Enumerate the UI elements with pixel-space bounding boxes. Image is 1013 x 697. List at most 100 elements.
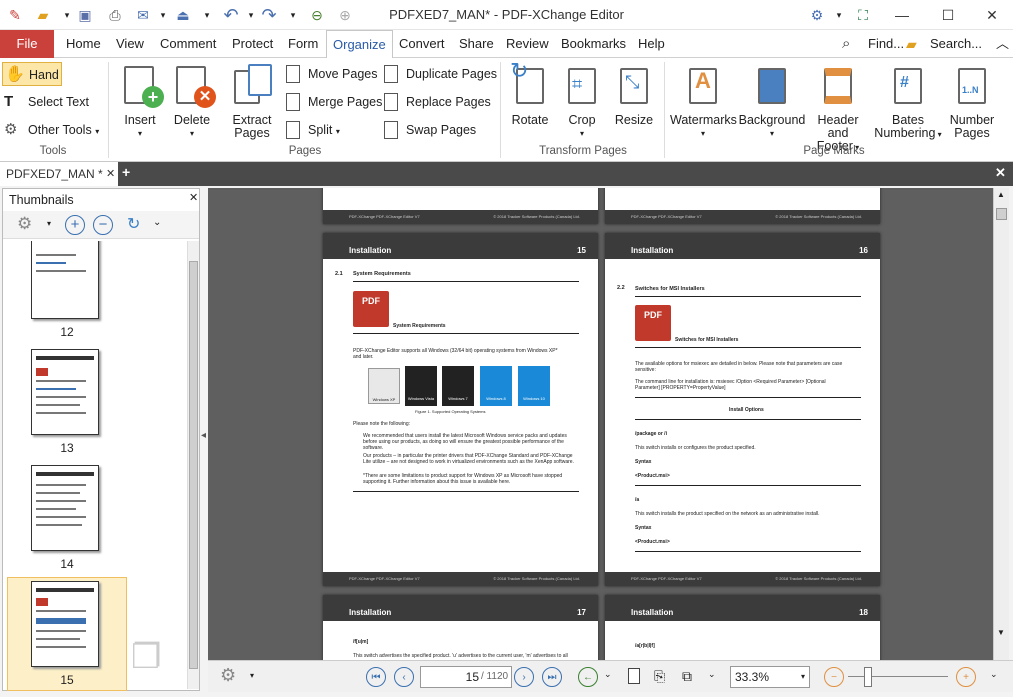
- continuous-icon[interactable]: ⎘: [654, 668, 665, 685]
- chevron-down-icon[interactable]: ▾: [47, 219, 51, 228]
- extract-pages-button[interactable]: Extract Pages: [226, 64, 278, 140]
- collapse-ribbon-icon[interactable]: ︿: [990, 30, 1013, 58]
- rotate-thumbs-icon[interactable]: ↻: [127, 214, 140, 234]
- tab-home[interactable]: Home: [60, 30, 107, 58]
- more-icon[interactable]: ⌄: [708, 669, 716, 680]
- fullscreen-icon[interactable]: ⛶: [852, 4, 874, 26]
- tab-form[interactable]: Form: [282, 30, 324, 58]
- previous-page-button[interactable]: ‹: [394, 667, 414, 687]
- zoom-out-thumbs-icon[interactable]: −: [93, 215, 113, 235]
- facing-icon[interactable]: ⧉: [682, 668, 692, 685]
- next-page-button[interactable]: ›: [514, 667, 534, 687]
- logo-vista: Windows Vista: [405, 366, 437, 406]
- chevron-down-icon: ▾: [189, 129, 194, 138]
- thumbnail-page-14[interactable]: [31, 465, 99, 551]
- tab-organize[interactable]: Organize: [326, 30, 393, 59]
- more-icon[interactable]: ⌄: [604, 669, 612, 680]
- scrollbar-thumb[interactable]: [996, 208, 1007, 220]
- footer-right: © 2018 Tracker Software Products (Canada…: [775, 214, 862, 219]
- thumbnail-list: 12 13 14 ❐ 15: [3, 241, 187, 691]
- thumbnail-label: 12: [60, 325, 74, 339]
- other-tools-button[interactable]: ⚙ Other Tools ▾: [2, 118, 99, 142]
- first-page-button[interactable]: ⏮: [366, 667, 386, 687]
- thumbnail-options-icon[interactable]: ⚙: [17, 214, 32, 234]
- select-text-icon: T: [4, 93, 14, 110]
- document-tab[interactable]: PDFXED7_MAN * ✕: [0, 162, 118, 186]
- title-bar: ✎ ▰ ▾ ▣ ⎙ ✉ ▾ ⏏ ▾ ↶ ▾ ↷ ▾ ⊖ ⊕ PDFXED7_MA…: [0, 0, 1013, 30]
- scroll-down-icon[interactable]: ▼: [997, 628, 1005, 637]
- delete-pages-button[interactable]: ✕ Delete ▾: [168, 64, 216, 140]
- customize-dropdown-icon[interactable]: ▾: [828, 4, 850, 26]
- new-tab-icon[interactable]: +: [122, 164, 130, 180]
- document-viewer[interactable]: PDF-XChange PDF-XChange Editor V7 © 2018 …: [208, 188, 1004, 660]
- zoom-out-button[interactable]: −: [824, 667, 844, 687]
- tab-convert[interactable]: Convert: [393, 30, 451, 58]
- close-tab-icon[interactable]: ✕: [106, 162, 115, 186]
- thumbnail-page-13[interactable]: [31, 349, 99, 435]
- tab-protect[interactable]: Protect: [226, 30, 279, 58]
- intro-text: The available options for msiexec are de…: [635, 361, 843, 373]
- chevron-down-icon: ▾: [700, 129, 705, 138]
- duplicate-pages-button[interactable]: Duplicate Pages: [380, 62, 497, 86]
- search-button[interactable]: ▰ Search...: [904, 30, 988, 58]
- find-button[interactable]: ⌕ Find...: [842, 30, 910, 58]
- previous-view-button[interactable]: ←: [578, 667, 598, 687]
- close-panel-icon[interactable]: ✕: [189, 191, 198, 204]
- scroll-up-icon[interactable]: ▲: [997, 190, 1005, 199]
- rotate-button[interactable]: ↻ Rotate: [506, 60, 554, 127]
- panel-collapse-handle[interactable]: ◂: [201, 430, 206, 441]
- background-button[interactable]: Background ▾: [738, 64, 806, 140]
- chevron-down-icon: ▾: [935, 130, 942, 139]
- more-icon[interactable]: ⌄: [990, 669, 998, 680]
- chevron-down-icon: ▾: [95, 127, 100, 136]
- last-page-button[interactable]: ⏭: [542, 667, 562, 687]
- hand-tool-button[interactable]: ✋ Hand: [2, 62, 62, 86]
- merge-pages-button[interactable]: Merge Pages: [282, 90, 382, 114]
- zoom-slider-thumb[interactable]: [864, 667, 872, 687]
- footer-left: PDF-XChange PDF-XChange Editor V7: [631, 576, 702, 581]
- close-button[interactable]: ✕: [970, 0, 1013, 30]
- scrollbar-thumb[interactable]: [189, 261, 198, 669]
- chevron-down-icon[interactable]: ▾: [250, 671, 254, 680]
- zoom-slider[interactable]: [848, 676, 948, 677]
- select-text-button[interactable]: T Select Text: [2, 90, 89, 114]
- split-button[interactable]: Split ▾: [282, 118, 340, 142]
- maximize-button[interactable]: ☐: [926, 0, 970, 30]
- other-tools-label: Other Tools: [28, 123, 92, 137]
- replace-pages-button[interactable]: Replace Pages: [380, 90, 491, 114]
- tab-bookmarks[interactable]: Bookmarks: [555, 30, 632, 58]
- zoom-in-button[interactable]: +: [956, 667, 976, 687]
- close-all-icon[interactable]: ✕: [995, 165, 1006, 181]
- single-page-icon[interactable]: [628, 668, 640, 684]
- tab-view[interactable]: View: [110, 30, 150, 58]
- page-number-field[interactable]: 15 / 1120: [420, 666, 512, 688]
- crop-button[interactable]: ⌗ Crop ▾: [558, 64, 606, 140]
- thumbnail-page-12[interactable]: [31, 241, 99, 319]
- syntax-label: Syntax: [635, 459, 652, 465]
- rule: [635, 397, 861, 398]
- thumbnails-scrollbar[interactable]: [187, 241, 199, 689]
- thumbnail-page-15[interactable]: [31, 581, 99, 667]
- more-icon[interactable]: ⌄: [153, 217, 161, 228]
- tab-share[interactable]: Share: [453, 30, 500, 58]
- syntax-label: Syntax: [635, 525, 652, 531]
- customize-icon[interactable]: ⚙: [806, 4, 828, 26]
- zoom-select[interactable]: 33.3% ▾: [730, 666, 810, 688]
- resize-button[interactable]: ⤡ Resize: [610, 64, 658, 127]
- header-footer-button[interactable]: Header and Footer ▾: [806, 64, 870, 154]
- tab-file[interactable]: File: [0, 30, 54, 58]
- number-pages-button[interactable]: 1..N Number Pages: [946, 64, 998, 140]
- minimize-button[interactable]: —: [880, 0, 924, 30]
- tab-review[interactable]: Review: [500, 30, 555, 58]
- insert-pages-button[interactable]: + Insert ▾: [116, 64, 164, 140]
- watermarks-label: Watermarks: [670, 113, 737, 127]
- view-options-icon[interactable]: ⚙: [220, 665, 236, 686]
- swap-pages-button[interactable]: Swap Pages: [380, 118, 476, 142]
- watermarks-button[interactable]: A Watermarks ▾: [670, 64, 737, 140]
- tab-help[interactable]: Help: [632, 30, 671, 58]
- bates-numbering-button[interactable]: # Bates Numbering ▾: [872, 64, 944, 141]
- zoom-in-thumbs-icon[interactable]: +: [65, 215, 85, 235]
- move-pages-button[interactable]: Move Pages: [282, 62, 377, 86]
- tab-comment[interactable]: Comment: [154, 30, 222, 58]
- viewer-scrollbar[interactable]: ▲ ▼: [993, 188, 1009, 660]
